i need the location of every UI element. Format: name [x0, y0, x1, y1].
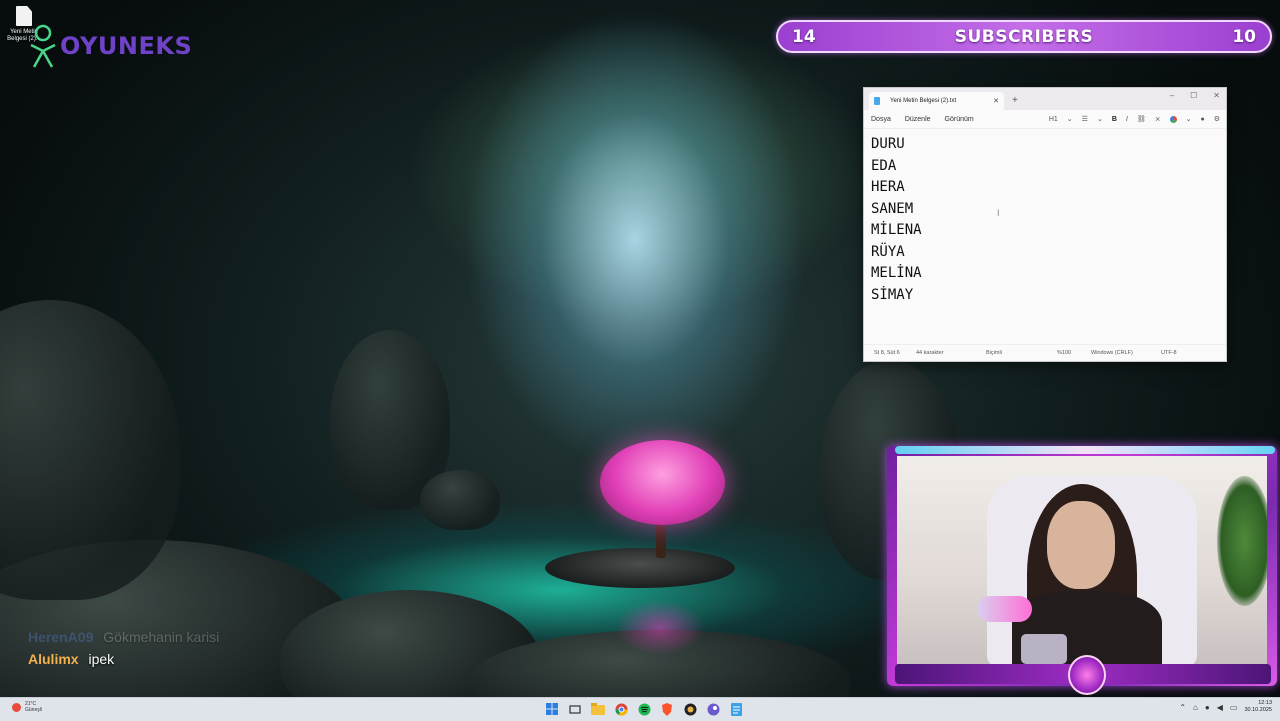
webcam-frame-top [895, 446, 1275, 454]
taskbar: 21°C Güneşli ⌃ ⌂ ● ◀ ▭ 12:13 30.10.2025 [0, 697, 1280, 721]
text-line: SANEM [871, 200, 914, 217]
chat-overlay: HerenA09 Gökmehanin karisi Alulimx ipek [28, 626, 219, 670]
notepad-tab-title: Yeni Metin Belgesi (2).txt [890, 98, 957, 104]
app-icon[interactable] [681, 700, 699, 718]
tab-close-icon[interactable]: ✕ [993, 97, 999, 105]
subscriber-count-left: 14 [792, 26, 816, 47]
weather-icon [12, 702, 21, 712]
file-explorer-icon[interactable] [589, 700, 607, 718]
microphone-icon[interactable]: ● [1205, 703, 1210, 712]
notepad-menubar: Dosya Düzenle Görünüm H1 ⌄ ☰ ⌄ B I ⛓ ⨯ ⌄… [864, 110, 1226, 129]
account-icon[interactable]: ● [1200, 116, 1204, 123]
encoding[interactable]: UTF-8 [1161, 350, 1177, 356]
character-count: 44 karakter [916, 350, 944, 356]
text-line: RÜYA [871, 243, 905, 260]
chrome-icon[interactable] [612, 700, 630, 718]
minimize-icon[interactable]: – [1170, 91, 1174, 100]
channel-logo: OYUNEKS [28, 22, 192, 70]
chevron-down-icon[interactable]: ⌄ [1186, 115, 1192, 123]
chat-message: HerenA09 Gökmehanin karisi [28, 626, 219, 648]
menu-file[interactable]: Dosya [871, 116, 891, 123]
pink-tree [600, 440, 725, 525]
link-icon[interactable]: ⛓ [1137, 115, 1146, 123]
speaker-icon[interactable]: ◀ [1217, 703, 1223, 712]
clock-time: 12:13 [1258, 700, 1272, 706]
network-icon[interactable]: ⌂ [1193, 703, 1198, 712]
logo-text: OYUNEKS [60, 32, 193, 60]
notepad-tab[interactable]: Yeni Metin Belgesi (2).txt ✕ [869, 92, 1004, 110]
text-line: DURU [871, 136, 905, 152]
system-tray: ⌃ ⌂ ● ◀ ▭ 12:13 30.10.2025 [1179, 700, 1272, 714]
weather-widget[interactable]: 21°C Güneşli [12, 701, 42, 713]
display-icon[interactable]: ▭ [1230, 703, 1238, 712]
text-line: SİMAY [871, 286, 914, 303]
chat-text: ipek [88, 651, 115, 667]
taskbar-apps [543, 700, 745, 718]
clock[interactable]: 12:13 30.10.2025 [1244, 700, 1272, 714]
heading-dropdown[interactable]: H1 [1049, 116, 1058, 123]
maximize-icon[interactable]: ☐ [1190, 91, 1197, 100]
notepad-taskbar-icon[interactable] [727, 700, 745, 718]
chevron-up-icon[interactable]: ⌃ [1179, 703, 1186, 712]
weather-desc: Güneşli [25, 707, 42, 713]
chat-text: Gökmehanin karisi [103, 629, 220, 645]
chat-username: HerenA09 [28, 629, 94, 645]
list-icon[interactable]: ☰ [1082, 115, 1088, 123]
clock-date: 30.10.2025 [1244, 707, 1272, 713]
clear-format-icon[interactable]: ⨯ [1155, 115, 1161, 123]
notepad-statusbar: St 8, Süt 6 44 karakter Biçimli %100 Win… [864, 344, 1226, 361]
spotify-icon[interactable] [635, 700, 653, 718]
cursor-position: St 8, Süt 6 [874, 350, 900, 356]
webcam-badge-icon [1068, 655, 1106, 695]
notepad-text-area[interactable]: DURU EDA HERA SANEM MİLENA RÜYA MELİNA S… [871, 134, 1226, 345]
text-line: MİLENA [871, 222, 922, 238]
italic-button[interactable]: I [1126, 116, 1128, 123]
new-tab-icon[interactable]: + [1012, 95, 1018, 106]
windows-start-icon[interactable] [543, 700, 561, 718]
steam-icon[interactable] [704, 700, 722, 718]
chat-username: Alulimx [28, 651, 79, 667]
subscriber-goal-bar: 14 SUBSCRIBERS 10 [776, 20, 1272, 53]
webcam-video [897, 456, 1267, 664]
menu-edit[interactable]: Düzenle [905, 116, 931, 123]
gear-icon[interactable]: ⚙ [1214, 115, 1220, 123]
line-ending[interactable]: Windows (CRLF) [1091, 350, 1133, 356]
notepad-titlebar[interactable]: Yeni Metin Belgesi (2).txt ✕ + – ☐ ✕ [864, 88, 1226, 110]
task-view-icon[interactable] [566, 700, 584, 718]
bold-button[interactable]: B [1112, 116, 1117, 123]
text-line: MELİNA [871, 265, 922, 281]
notepad-icon [874, 97, 880, 105]
menu-view[interactable]: Görünüm [945, 116, 974, 123]
subscriber-count-right: 10 [1232, 26, 1256, 47]
notepad-window[interactable]: Yeni Metin Belgesi (2).txt ✕ + – ☐ ✕ Dos… [863, 87, 1227, 362]
copilot-icon[interactable] [1169, 115, 1177, 123]
microphone-icon [977, 596, 1032, 622]
chat-message: Alulimx ipek [28, 648, 219, 670]
format-indicator[interactable]: Biçimli [986, 350, 1002, 356]
subscriber-label: SUBSCRIBERS [954, 26, 1094, 47]
zoom-level[interactable]: %100 [1057, 350, 1071, 356]
chevron-down-icon[interactable]: ⌄ [1097, 115, 1103, 123]
close-icon[interactable]: ✕ [1213, 91, 1220, 100]
text-line: HERA [871, 179, 905, 195]
chevron-down-icon[interactable]: ⌄ [1067, 115, 1073, 123]
text-line: EDA [871, 157, 897, 174]
logo-figure-icon [28, 23, 58, 69]
brave-icon[interactable] [658, 700, 676, 718]
text-cursor-icon: I [997, 208, 1000, 218]
